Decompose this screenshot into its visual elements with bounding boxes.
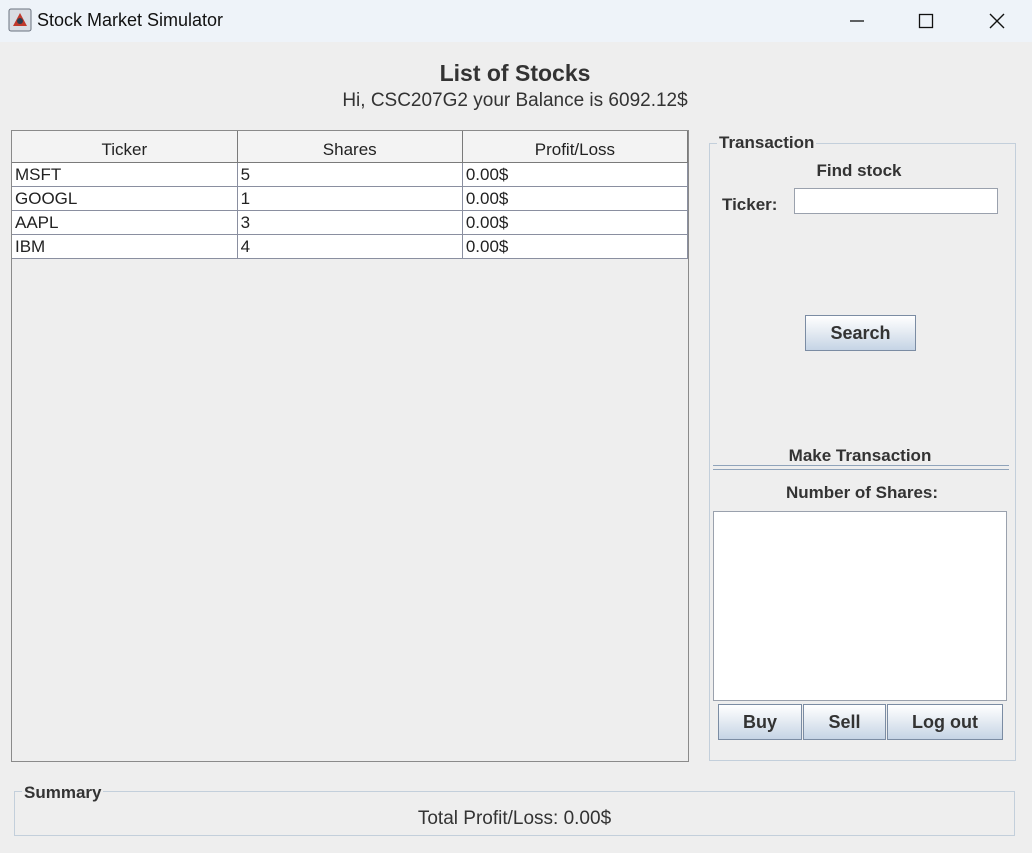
stocks-table[interactable]: Ticker Shares Profit/Loss MSFT 5 0.00$ G… (12, 131, 689, 259)
java-app-icon (8, 8, 32, 32)
cell-profit-loss[interactable]: 0.00$ (461, 162, 689, 187)
buy-button[interactable]: Buy (718, 704, 802, 740)
minimize-button[interactable] (822, 0, 892, 42)
maximize-button[interactable] (891, 0, 961, 42)
table-header-row: Ticker Shares Profit/Loss (12, 131, 689, 163)
table-row[interactable]: GOOGL 1 0.00$ (12, 186, 689, 211)
page-title: List of Stocks (439, 60, 591, 86)
total-profit-loss: Total Profit/Loss: 0.00$ (417, 808, 612, 829)
ticker-input[interactable] (794, 188, 998, 214)
window-title: Stock Market Simulator (37, 10, 224, 30)
shares-input[interactable] (713, 511, 1007, 701)
transaction-divider (713, 465, 1009, 466)
minimize-icon (850, 20, 864, 22)
balance-greeting: Hi, CSC207G2 your Balance is 6092.12$ (342, 90, 688, 111)
cell-ticker[interactable]: GOOGL (12, 186, 238, 211)
cell-profit-loss[interactable]: 0.00$ (461, 186, 689, 211)
search-button[interactable]: Search (805, 315, 916, 351)
cell-ticker[interactable]: AAPL (12, 210, 238, 235)
table-row[interactable]: AAPL 3 0.00$ (12, 210, 689, 235)
number-of-shares-label: Number of Shares: (785, 483, 939, 502)
cell-ticker[interactable]: MSFT (12, 162, 238, 187)
cell-profit-loss[interactable]: 0.00$ (461, 210, 689, 235)
cell-shares[interactable]: 4 (236, 234, 463, 259)
ticker-label: Ticker: (722, 195, 778, 214)
cell-profit-loss[interactable]: 0.00$ (461, 234, 689, 259)
table-row[interactable]: MSFT 5 0.00$ (12, 162, 689, 187)
cell-shares[interactable]: 5 (236, 162, 463, 187)
sell-button[interactable]: Sell (803, 704, 886, 740)
close-button[interactable] (962, 0, 1032, 42)
table-row[interactable]: IBM 4 0.00$ (12, 234, 689, 259)
maximize-icon (918, 13, 934, 29)
window-titlebar: Stock Market Simulator (0, 0, 1032, 42)
transaction-legend: Transaction (717, 133, 817, 153)
transaction-divider (713, 469, 1009, 470)
make-transaction-title: Make Transaction (788, 446, 932, 465)
column-header-profit-loss[interactable]: Profit/Loss (461, 131, 689, 163)
cell-shares[interactable]: 1 (236, 186, 463, 211)
summary-legend: Summary (22, 783, 104, 803)
close-icon (989, 13, 1005, 29)
cell-ticker[interactable]: IBM (12, 234, 238, 259)
column-header-shares[interactable]: Shares (236, 131, 463, 163)
column-header-ticker[interactable]: Ticker (12, 131, 238, 163)
stocks-table-panel: Ticker Shares Profit/Loss MSFT 5 0.00$ G… (11, 130, 689, 762)
cell-shares[interactable]: 3 (236, 210, 463, 235)
logout-button[interactable]: Log out (887, 704, 1003, 740)
find-stock-title: Find stock (816, 161, 902, 180)
